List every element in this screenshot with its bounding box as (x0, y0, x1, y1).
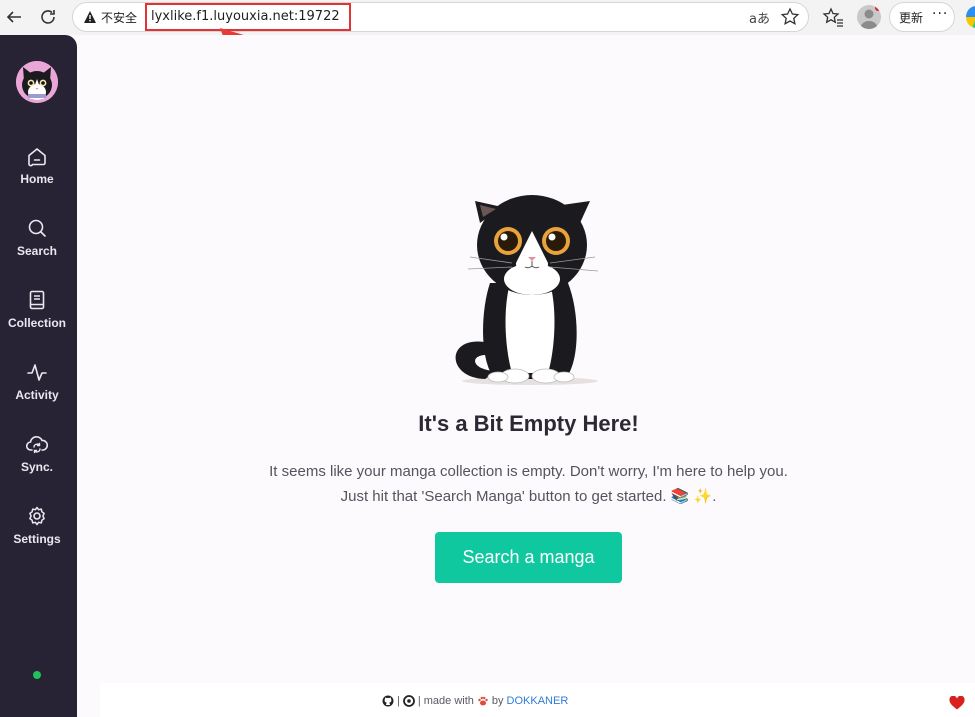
connection-status-dot (33, 671, 41, 679)
cloud-sync-icon (26, 436, 48, 454)
star-icon[interactable] (780, 7, 800, 27)
author-link[interactable]: DOKKANER (507, 695, 569, 707)
search-icon (28, 219, 46, 237)
book-icon (29, 290, 45, 310)
sidebar-item-label: Settings (13, 532, 61, 546)
sidebar-item-label: Sync. (20, 460, 53, 474)
favorites-icon[interactable] (822, 6, 844, 28)
footer-by: by (491, 695, 504, 707)
footer: | | made with by DOKKANER (100, 683, 975, 717)
refresh-button[interactable] (36, 5, 60, 29)
home-icon (28, 148, 46, 167)
heart-icon[interactable] (949, 696, 965, 710)
sidebar-item-settings[interactable]: Settings (0, 505, 74, 561)
browser-toolbar: 不安全 lyxlike.f1.luyouxia.net:19722 aあ 更新 … (0, 0, 975, 97)
back-button[interactable] (2, 5, 26, 29)
app-page: Home Search Collection Activity Sync. Se… (0, 35, 975, 717)
profile-avatar[interactable] (857, 5, 881, 29)
empty-state-cat-illustration (455, 195, 599, 385)
warning-icon (84, 11, 96, 23)
sidebar-item-label: Search (16, 244, 58, 258)
footer-separator: | (397, 695, 400, 707)
footer-credits: | | made with by DOKKANER (382, 695, 568, 707)
back-arrow-icon (6, 11, 21, 23)
opencollective-icon[interactable] (402, 695, 415, 707)
address-bar[interactable]: 不安全 lyxlike.f1.luyouxia.net:19722 aあ (72, 2, 809, 32)
paw-icon (478, 696, 488, 706)
sidebar-item-search[interactable]: Search (0, 217, 74, 273)
insecure-label[interactable]: 不安全 (101, 9, 137, 26)
copilot-icon[interactable] (966, 6, 975, 28)
sidebar-item-home[interactable]: Home (0, 145, 74, 201)
user-avatar[interactable] (16, 61, 58, 103)
gear-icon (29, 506, 45, 526)
update-button[interactable]: 更新 ··· (889, 2, 955, 32)
update-label: 更新 (899, 11, 924, 25)
empty-state-title: It's a Bit Empty Here! (418, 411, 639, 436)
sidebar-item-sync[interactable]: Sync. (0, 433, 74, 489)
sidebar-item-label: Activity (15, 388, 59, 402)
search-manga-button[interactable]: Search a manga (435, 532, 622, 583)
main-content: It's a Bit Empty Here! It seems like you… (100, 35, 975, 683)
cat-avatar-icon (16, 61, 58, 103)
empty-state-message-line1: It seems like your manga collection is e… (269, 463, 788, 480)
sidebar-item-label: Home (20, 172, 54, 186)
notification-dot (875, 5, 881, 11)
sidebar: Home Search Collection Activity Sync. Se… (0, 35, 77, 717)
footer-made-with: | made with (417, 695, 474, 707)
refresh-icon (41, 10, 55, 24)
sidebar-item-activity[interactable]: Activity (0, 361, 74, 417)
translate-icon[interactable]: aあ (749, 8, 770, 27)
empty-state-message: It seems like your manga collection is e… (100, 459, 957, 509)
sidebar-item-collection[interactable]: Collection (0, 289, 74, 345)
sidebar-item-label: Collection (7, 316, 66, 330)
activity-icon (27, 364, 47, 381)
more-icon: ··· (932, 6, 949, 22)
empty-state-message-line2: Just hit that 'Search Manga' button to g… (340, 488, 717, 505)
url-text[interactable]: lyxlike.f1.luyouxia.net:19722 (151, 9, 340, 24)
github-icon[interactable] (382, 695, 394, 707)
